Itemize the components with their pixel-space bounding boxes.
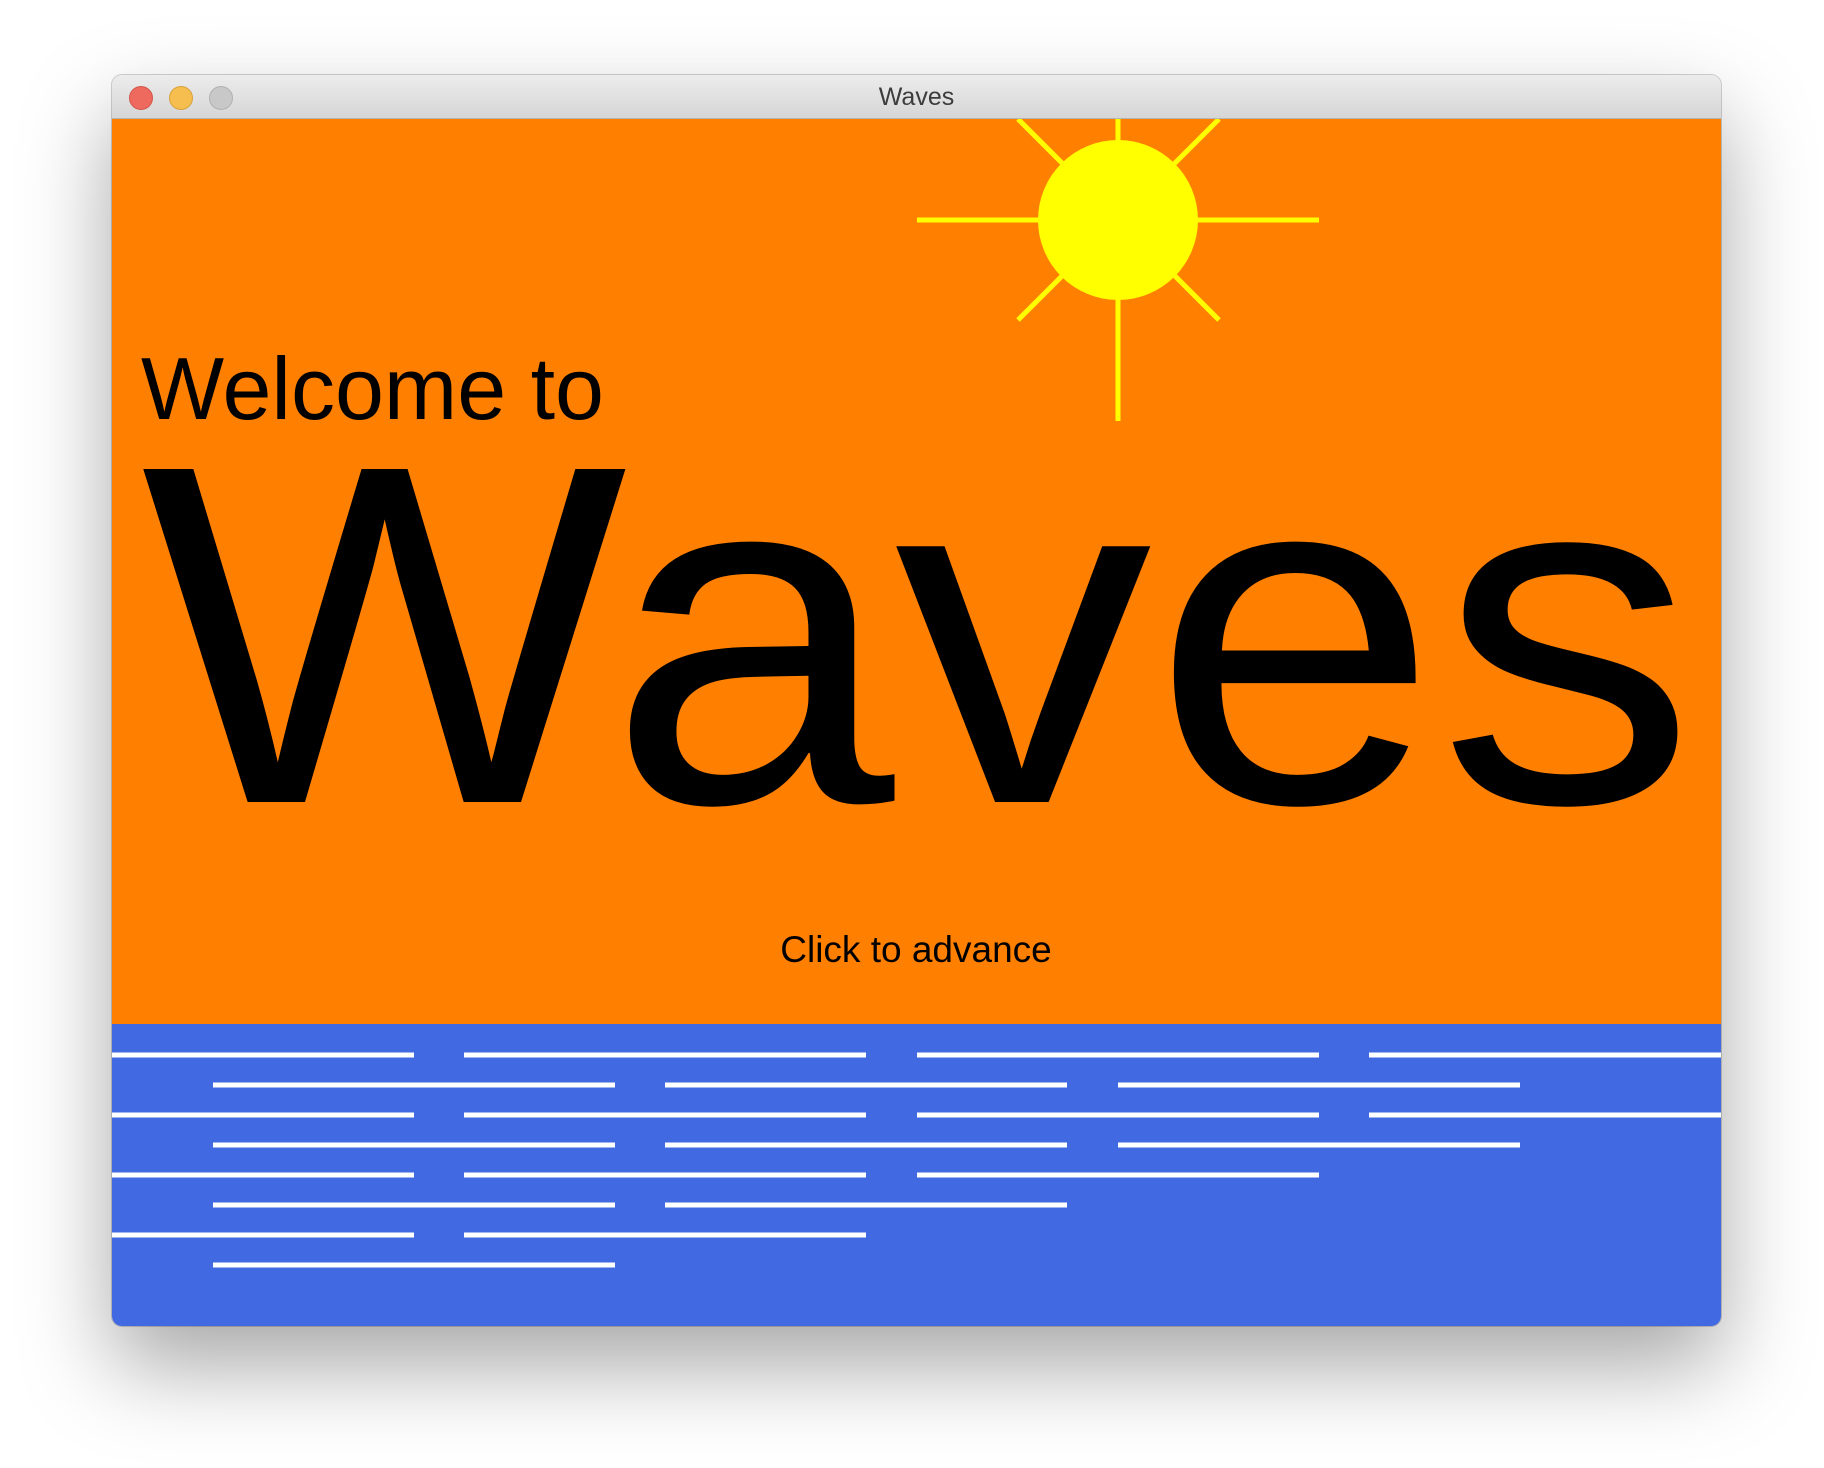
- click-to-advance-prompt[interactable]: Click to advance: [780, 929, 1051, 970]
- game-canvas[interactable]: Welcome to Waves Click to advance: [112, 119, 1721, 1326]
- title-bar[interactable]: Waves: [112, 75, 1721, 119]
- window-title: Waves: [878, 83, 955, 111]
- waves-title: Waves: [141, 364, 1696, 905]
- app-window: Waves Welcome to Waves Click to advance: [112, 75, 1721, 1326]
